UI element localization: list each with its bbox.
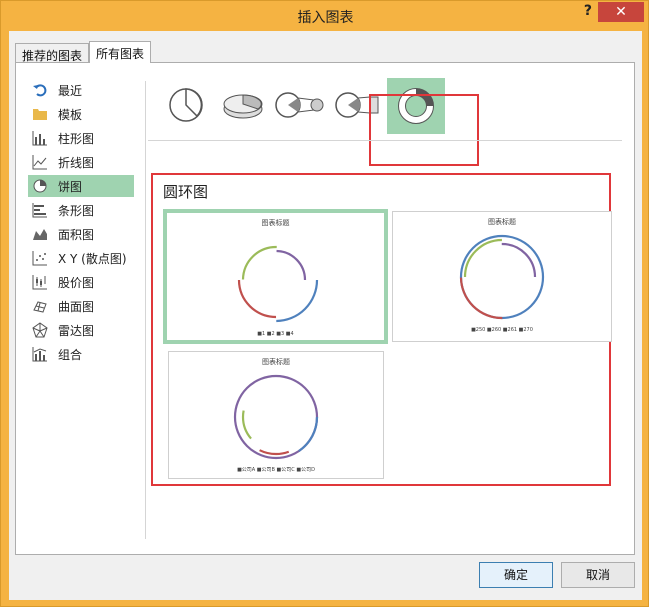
scatter-chart-icon [32, 250, 48, 266]
category-templates[interactable]: 模板 [28, 103, 134, 125]
category-label: 条形图 [58, 203, 95, 218]
preview-legend: ■公司A ■公司B ■公司C ■公司D [237, 467, 315, 473]
preview-title: 图表标题 [488, 218, 516, 226]
folder-icon [32, 106, 48, 122]
subtype-bar-of-pie[interactable] [334, 85, 379, 125]
column-chart-icon [32, 130, 48, 146]
stock-chart-icon [32, 274, 48, 290]
category-label: X Y (散点图) [58, 251, 127, 266]
category-label: 柱形图 [58, 131, 95, 146]
preview-legend: ■1 ■2 ■3 ■4 [257, 331, 294, 337]
category-label: 面积图 [58, 227, 95, 242]
vertical-divider [145, 81, 146, 539]
category-scatter[interactable]: X Y (散点图) [28, 247, 134, 269]
radar-chart-icon [32, 322, 48, 338]
category-label: 曲面图 [58, 299, 95, 314]
subtype-pie[interactable] [166, 85, 206, 125]
category-label: 雷达图 [58, 323, 95, 338]
category-recent[interactable]: 最近 [28, 79, 134, 101]
preview-title: 图表标题 [262, 358, 290, 366]
combo-chart-icon [32, 346, 48, 362]
category-label: 最近 [58, 83, 83, 98]
area-chart-icon [32, 226, 48, 242]
tab-all-charts[interactable]: 所有图表 [89, 41, 152, 63]
category-line[interactable]: 折线图 [28, 151, 134, 173]
bar-chart-icon [32, 202, 48, 218]
line-chart-icon [32, 154, 48, 170]
all-charts-panel: 最近 模板 柱形图 折线图 饼图 条形图 面积图 X Y (散点图) 股价图 曲… [15, 62, 635, 555]
tab-recommended-charts[interactable]: 推荐的图表 [15, 43, 90, 63]
recent-icon [32, 82, 48, 98]
ok-button[interactable]: 确定 [479, 562, 553, 588]
category-radar[interactable]: 雷达图 [28, 319, 134, 341]
doughnut-preview-2[interactable]: 图表标题 ■250 ■260 ■261 ■270 [392, 211, 612, 342]
category-combo[interactable]: 组合 [28, 343, 134, 365]
category-surface[interactable]: 曲面图 [28, 295, 134, 317]
cancel-button[interactable]: 取消 [561, 562, 635, 588]
category-label: 组合 [58, 347, 83, 362]
doughnut-graphic [233, 374, 319, 460]
preview-legend: ■250 ■260 ■261 ■270 [471, 327, 533, 333]
category-label: 股价图 [58, 275, 95, 290]
horizontal-divider [148, 140, 622, 141]
doughnut-graphic [233, 237, 319, 323]
surface-chart-icon [32, 298, 48, 314]
highlight-box-subtype [369, 94, 479, 166]
category-label: 折线图 [58, 155, 95, 170]
category-pie[interactable]: 饼图 [28, 175, 134, 197]
preview-title: 图表标题 [261, 219, 290, 227]
subtype-3d-pie[interactable] [220, 85, 263, 125]
category-column[interactable]: 柱形图 [28, 127, 134, 149]
title-bar: 插入图表 ? ✕ [1, 1, 649, 31]
help-button[interactable]: ? [584, 3, 592, 19]
close-button[interactable]: ✕ [598, 2, 644, 22]
pie-chart-icon [32, 178, 48, 194]
doughnut-preview-1[interactable]: 图表标题 ■1 ■2 ■3 ■4 [163, 209, 388, 344]
category-area[interactable]: 面积图 [28, 223, 134, 245]
dialog-body: 推荐的图表 所有图表 最近 模板 柱形图 折线图 饼图 条形图 面积图 X Y … [9, 31, 642, 600]
section-title: 圆环图 [163, 183, 209, 201]
category-bar[interactable]: 条形图 [28, 199, 134, 221]
doughnut-graphic [459, 234, 545, 320]
dialog-title: 插入图表 [297, 10, 354, 26]
subtype-pie-of-pie[interactable] [274, 85, 324, 125]
doughnut-preview-3[interactable]: 图表标题 ■公司A ■公司B ■公司C ■公司D [168, 351, 384, 479]
insert-chart-dialog: 插入图表 ? ✕ 推荐的图表 所有图表 最近 模板 柱形图 折线图 饼图 条形图… [0, 0, 649, 607]
category-label: 饼图 [58, 179, 83, 194]
category-label: 模板 [58, 107, 83, 122]
category-stock[interactable]: 股价图 [28, 271, 134, 293]
